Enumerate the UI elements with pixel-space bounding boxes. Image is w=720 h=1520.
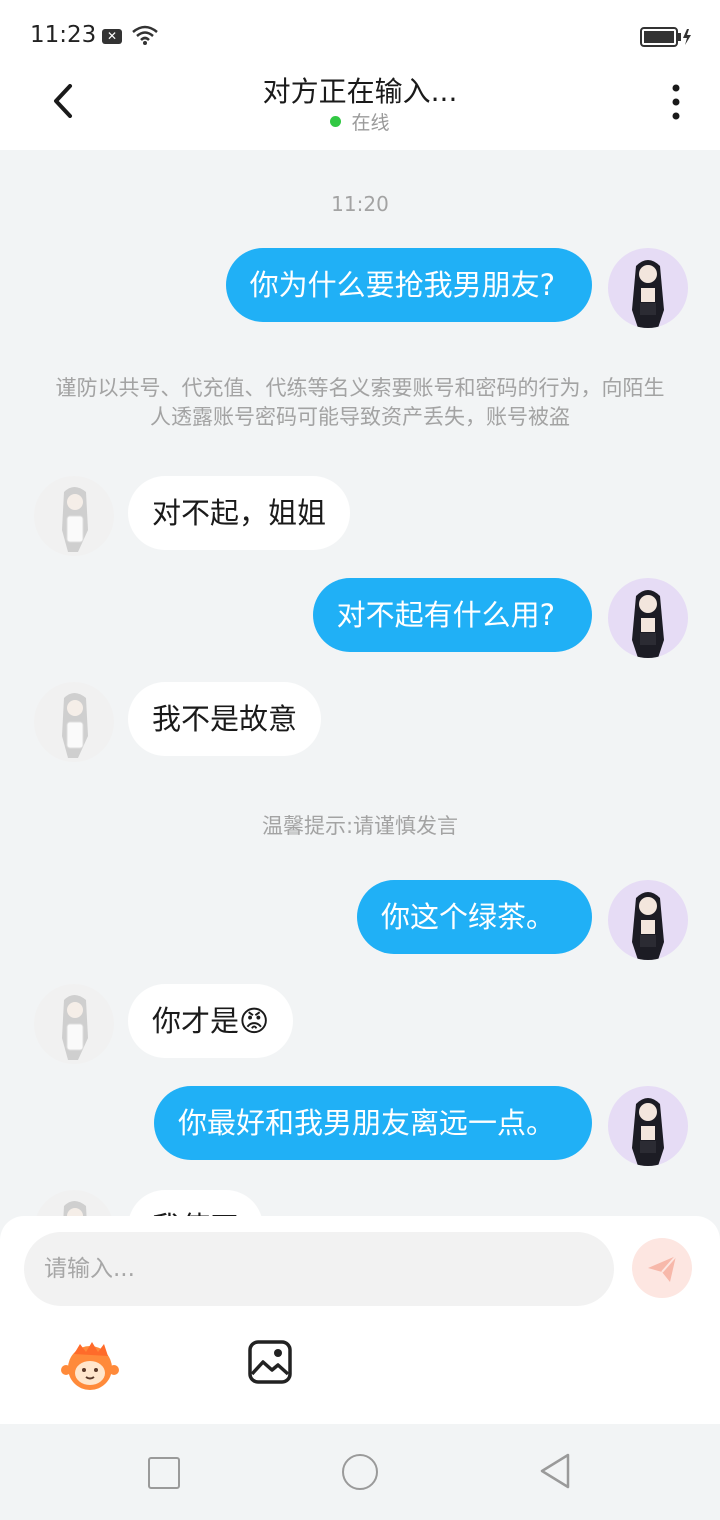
my-message-bubble[interactable]: 你这个绿茶。 (356, 880, 592, 954)
page-title: 对方正在输入... (262, 75, 458, 108)
warm-hint: 温馨提示:请谨慎发言 (261, 814, 459, 838)
timestamp: 11:20 (331, 192, 389, 216)
my-avatar[interactable] (608, 578, 688, 658)
home-button[interactable] (342, 1454, 378, 1490)
contact-avatar[interactable] (34, 476, 114, 556)
emoji-icon[interactable] (60, 1340, 120, 1392)
contact-avatar[interactable] (34, 1190, 114, 1216)
contact-avatar[interactable] (34, 682, 114, 762)
contact-avatar[interactable] (34, 984, 114, 1064)
more-vertical-icon[interactable] (668, 84, 684, 124)
my-avatar[interactable] (608, 248, 688, 328)
my-avatar[interactable] (608, 880, 688, 960)
my-avatar[interactable] (608, 1086, 688, 1166)
security-notice: 谨防以共号、代充值、代练等名义索要账号和密码的行为，向陌生人透露账号密码可能导致… (55, 376, 665, 429)
contact-message-bubble[interactable]: 我不是故意 (128, 682, 322, 756)
contact-message-bubble[interactable]: 我使四 (128, 1190, 264, 1216)
nav-back-icon[interactable] (538, 1452, 572, 1490)
online-label: 在线 (351, 112, 390, 134)
system-nav-bar (0, 1424, 720, 1520)
chat-header: 对方正在输入... 在线 (0, 70, 720, 150)
contact-message-bubble[interactable]: 对不起，姐姐 (128, 476, 351, 550)
my-message-bubble[interactable]: 对不起有什么用? (312, 578, 592, 652)
send-button[interactable] (632, 1238, 692, 1298)
recent-apps-button[interactable] (148, 1457, 180, 1489)
composer: 请输入... (0, 1216, 720, 1424)
contact-message-bubble[interactable]: 你才是😡 (128, 984, 294, 1058)
message-input[interactable]: 请输入... (24, 1232, 614, 1306)
image-icon[interactable] (248, 1340, 292, 1384)
battery-icon (640, 27, 691, 47)
status-time: 11:23 (30, 22, 97, 48)
wifi-icon (132, 25, 158, 45)
my-message-bubble[interactable]: 你最好和我男朋友离远一点。 (153, 1086, 592, 1160)
online-status: 在线 (0, 108, 720, 135)
chat-area[interactable]: 11:20 你为什么要抢我男朋友? 谨防以共号、代充值、代练等名义索要账号和密码… (0, 150, 720, 1216)
send-icon (648, 1255, 677, 1282)
my-message-bubble[interactable]: 你为什么要抢我男朋友? (225, 248, 592, 322)
online-dot-icon (330, 116, 342, 127)
notification-icon: ✕ (102, 29, 122, 44)
status-bar: 11:23 ✕ (0, 0, 720, 70)
